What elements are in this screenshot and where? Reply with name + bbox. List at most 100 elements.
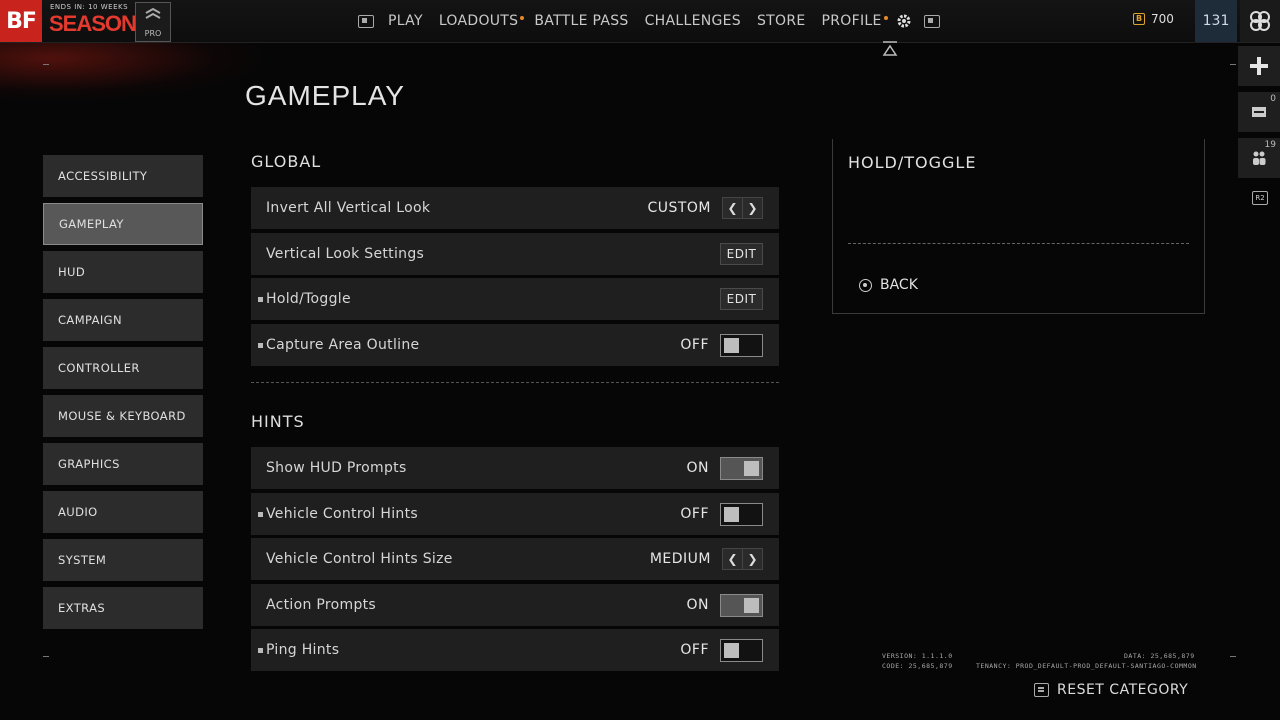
chevron-left-icon[interactable]: ❮ xyxy=(723,549,743,569)
reset-label: RESET CATEGORY xyxy=(1057,682,1189,698)
setting-label: Action Prompts xyxy=(266,596,377,613)
data-text: DATA: 25,685,879 xyxy=(1124,652,1195,660)
sidebar-item-audio[interactable]: AUDIO xyxy=(43,491,203,533)
nav-battle-pass[interactable]: BATTLE PASS xyxy=(534,13,628,29)
section-heading-hints: HINTS xyxy=(251,412,305,431)
setting-value: OFF xyxy=(680,642,709,658)
options-button-icon xyxy=(1034,683,1049,697)
reset-category-button[interactable]: RESET CATEGORY xyxy=(1034,682,1188,698)
nav-profile[interactable]: PROFILE xyxy=(822,13,888,29)
corner-tick xyxy=(1230,656,1236,657)
detail-title: HOLD/TOGGLE xyxy=(848,153,977,172)
setting-value: OFF xyxy=(680,505,709,522)
setting-label: Capture Area Outline xyxy=(266,336,420,353)
notification-dot xyxy=(883,16,888,20)
chevron-left-icon[interactable]: ❮ xyxy=(723,198,743,218)
value-selector[interactable]: ❮ ❯ xyxy=(722,548,763,570)
party-count: 19 xyxy=(1264,140,1276,150)
toggle-switch[interactable] xyxy=(720,457,763,480)
new-indicator-icon xyxy=(258,648,263,653)
setting-value: OFF xyxy=(680,336,709,353)
back-label: BACK xyxy=(880,277,918,293)
setting-value: ON xyxy=(686,596,709,613)
toggle-switch[interactable] xyxy=(720,333,763,357)
invite-count: 0 xyxy=(1270,94,1276,104)
setting-label: Invert All Vertical Look xyxy=(266,200,431,216)
invites-button[interactable]: 0 xyxy=(1238,92,1280,132)
party-button[interactable]: 19 xyxy=(1238,138,1280,178)
sidebar-item-gameplay[interactable]: GAMEPLAY xyxy=(43,203,203,245)
setting-invert-vertical-look[interactable]: Invert All Vertical Look CUSTOM ❮ ❯ xyxy=(251,187,779,229)
nav-store[interactable]: STORE xyxy=(757,13,806,29)
plus-icon xyxy=(1250,57,1268,75)
toggle-switch[interactable] xyxy=(720,593,763,617)
cod-points-amount: 700 xyxy=(1151,12,1174,26)
nav-challenges[interactable]: CHALLENGES xyxy=(645,13,741,29)
code-text: CODE: 25,685,879 xyxy=(882,662,953,670)
setting-detail-panel: HOLD/TOGGLE BACK xyxy=(832,139,1205,314)
setting-capture-area-outline[interactable]: Capture Area Outline OFF xyxy=(251,323,779,366)
new-indicator-icon xyxy=(258,297,263,302)
sidebar-item-system[interactable]: SYSTEM xyxy=(43,539,203,581)
envelope-icon xyxy=(1252,107,1266,117)
game-logo: BF xyxy=(0,0,42,42)
setting-label: Vehicle Control Hints xyxy=(266,505,418,522)
rank-chevron-icon xyxy=(145,7,161,19)
setting-label: Show HUD Prompts xyxy=(266,460,407,476)
setting-vehicle-control-hints[interactable]: Vehicle Control Hints OFF xyxy=(251,492,779,535)
gear-icon[interactable] xyxy=(896,13,912,29)
value-selector[interactable]: ❮ ❯ xyxy=(722,197,763,219)
tenancy-text: TENANCY: PROD_DEFAULT-PROD_DEFAULT-SANTI… xyxy=(976,662,1197,670)
circle-button-icon xyxy=(859,278,872,292)
corner-tick xyxy=(43,64,49,65)
sidebar-item-accessibility[interactable]: ACCESSIBILITY xyxy=(43,155,203,197)
toggle-knob xyxy=(724,506,739,522)
player-level[interactable]: 131 xyxy=(1195,0,1237,42)
toggle-switch[interactable] xyxy=(720,502,763,526)
toggle-knob xyxy=(724,337,739,353)
setting-show-hud-prompts[interactable]: Show HUD Prompts ON xyxy=(251,447,779,489)
sidebar-item-campaign[interactable]: CAMPAIGN xyxy=(43,299,203,341)
main-nav: PLAY LOADOUTS BATTLE PASS CHALLENGES STO… xyxy=(352,0,946,42)
cod-points[interactable]: B 700 xyxy=(1133,12,1174,26)
chevron-right-icon[interactable]: ❯ xyxy=(743,549,762,569)
background-glow xyxy=(0,40,260,100)
nav-play[interactable]: PLAY xyxy=(388,13,423,29)
notification-dot xyxy=(520,16,525,20)
pro-rank-badge[interactable]: PRO xyxy=(135,2,171,42)
chevron-right-icon[interactable]: ❯ xyxy=(743,198,762,218)
toggle-knob xyxy=(724,643,739,658)
setting-vertical-look-settings[interactable]: Vertical Look Settings EDIT xyxy=(251,232,779,275)
users-icon xyxy=(1253,151,1266,165)
setting-label: Vertical Look Settings xyxy=(266,245,425,262)
edit-button[interactable]: EDIT xyxy=(720,242,763,265)
version-text: VERSION: 1.1.1.0 xyxy=(882,652,953,660)
sidebar-item-mouse-keyboard[interactable]: MOUSE & KEYBOARD xyxy=(43,395,203,437)
add-friend-button[interactable] xyxy=(1238,46,1280,86)
toggle-switch[interactable] xyxy=(720,639,763,662)
clover-emblem-icon xyxy=(1250,11,1270,31)
setting-vehicle-control-hints-size[interactable]: Vehicle Control Hints Size MEDIUM ❮ ❯ xyxy=(251,538,779,580)
nav-loadouts[interactable]: LOADOUTS xyxy=(439,13,525,29)
player-emblem[interactable] xyxy=(1240,0,1280,42)
settings-sidebar: ACCESSIBILITY GAMEPLAY HUD CAMPAIGN CONT… xyxy=(43,155,203,635)
setting-hold-toggle[interactable]: Hold/Toggle EDIT xyxy=(251,278,779,320)
setting-value: ON xyxy=(686,460,709,476)
sidebar-item-graphics[interactable]: GRAPHICS xyxy=(43,443,203,485)
new-indicator-icon xyxy=(258,342,263,348)
edit-button[interactable]: EDIT xyxy=(720,288,763,310)
setting-value: MEDIUM xyxy=(649,551,711,567)
setting-ping-hints[interactable]: Ping Hints OFF xyxy=(251,629,779,671)
sidebar-item-controller[interactable]: CONTROLLER xyxy=(43,347,203,389)
detail-divider xyxy=(848,243,1189,244)
toggle-knob xyxy=(744,461,759,476)
section-heading-global: GLOBAL xyxy=(251,152,322,171)
season-ends-text: ENDS IN: 10 WEEKS xyxy=(50,3,129,11)
back-button[interactable]: BACK xyxy=(859,277,918,293)
sidebar-item-extras[interactable]: EXTRAS xyxy=(43,587,203,629)
hints-settings-list: Show HUD Prompts ON Vehicle Control Hint… xyxy=(251,447,779,675)
l1-button-icon xyxy=(358,14,374,28)
r2-button-icon: R2 xyxy=(1252,191,1268,205)
sidebar-item-hud[interactable]: HUD xyxy=(43,251,203,293)
setting-action-prompts[interactable]: Action Prompts ON xyxy=(251,583,779,626)
